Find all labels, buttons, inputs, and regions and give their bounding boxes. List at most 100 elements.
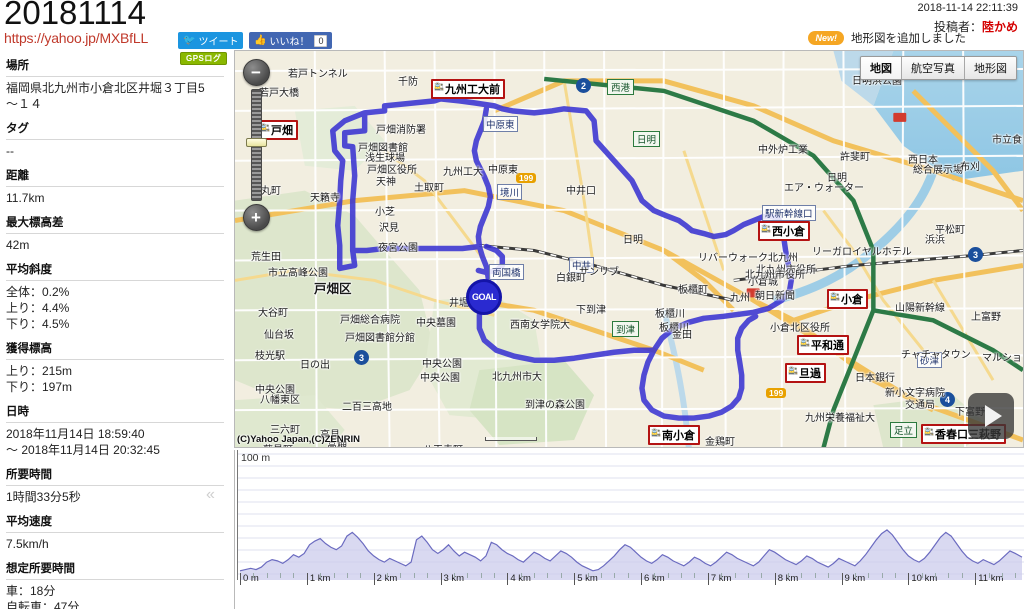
map-label: 市立高峰公園 xyxy=(268,268,328,279)
map-label: 小芝 xyxy=(375,207,395,218)
route-info-field-line: ～１４ xyxy=(6,97,43,111)
map-label: 小倉 xyxy=(827,289,868,309)
zoom-slider-thumb[interactable] xyxy=(245,138,267,147)
route-info-field-label: 最大標高差 xyxy=(6,211,224,234)
map-attribution: (C)Yahoo Japan,(C)ZENRIN xyxy=(237,434,360,445)
route-info-field-line: 福岡県北九州市小倉北区井堀３丁目5 xyxy=(6,81,205,95)
map-label: 中央墓園 xyxy=(416,318,456,329)
map-label: 中外炉工業 xyxy=(758,145,808,156)
map-label: 荒生田 xyxy=(251,252,281,263)
map-label: 日明 xyxy=(623,235,643,246)
route-info-field-line: -- xyxy=(6,144,14,158)
route-info-field: 想定所要時間車：18分自転車：47分徒歩：2時間20分 xyxy=(6,557,224,609)
map-label: 交通局 xyxy=(905,400,935,411)
route-info-field-line: 全体：0.2% xyxy=(6,285,70,299)
map-label: 到津 xyxy=(612,321,640,337)
tweet-button[interactable]: 🐦 ツイート xyxy=(178,32,244,49)
map-label: 九州栄養福祉大 xyxy=(805,413,875,424)
map-label: 夜宮公園 xyxy=(378,243,418,254)
map-label: 199 xyxy=(766,388,787,398)
zoom-in-button[interactable]: + xyxy=(242,204,270,231)
elevation-minor-tick xyxy=(881,573,883,578)
map-label: 山陽新幹線 xyxy=(895,303,945,314)
map-label: 2 xyxy=(576,78,591,93)
map-label: 戸畑区 xyxy=(314,282,352,296)
elevation-minor-tick xyxy=(788,573,790,578)
sidebar-collapse-toggle[interactable]: « xyxy=(206,487,215,503)
post-timestamp: 2018-11-14 22:11:39 xyxy=(917,2,1018,14)
elevation-x-tick: 0 m xyxy=(240,573,259,585)
facebook-like-button[interactable]: 👍 いいね！ 0 xyxy=(249,32,333,49)
zoom-out-button[interactable]: − xyxy=(242,59,270,86)
route-info-field-value: 1時間33分5秒 xyxy=(6,488,224,508)
route-info-field-value: 2018年11月14日 18:59:40 ～ 2018年11月14日 20:32:… xyxy=(6,425,224,461)
route-info-field-line: 車：18分 xyxy=(6,584,56,598)
map-label: 沢見 xyxy=(379,223,399,234)
route-info-sidebar: GPSログ 場所 福岡県北九州市小倉北区井堀３丁目5 ～１４ タグ -- 距離 11.7km… xyxy=(0,50,232,609)
elevation-minor-tick xyxy=(721,573,723,578)
map-label: 二百三高地 xyxy=(342,402,392,413)
tweet-button-label: ツイート xyxy=(198,37,239,48)
elevation-minor-tick xyxy=(961,573,963,578)
elevation-x-tick: 6 km xyxy=(641,573,665,585)
elevation-minor-tick xyxy=(320,573,322,578)
route-info-field-label: タグ xyxy=(6,117,224,140)
map-label: 金鶏町 xyxy=(705,437,735,448)
map-type-button[interactable]: 地形図 xyxy=(965,57,1016,79)
map-label: 大谷町 xyxy=(258,308,288,319)
map-label: 中央公園 xyxy=(420,373,460,384)
scale-bar-line xyxy=(485,437,537,441)
map-type-control[interactable]: 地図 航空写真 地形図 xyxy=(860,56,1017,80)
map-label: 板櫃町 xyxy=(678,285,708,296)
map-label: 浜浜 xyxy=(925,235,945,246)
elevation-minor-tick xyxy=(467,573,469,578)
route-info-field-value: 11.7km xyxy=(6,189,224,209)
route-detail-page: 20181114 https://yahoo.jp/MXBfLL 🐦 ツイート … xyxy=(0,0,1024,609)
elevation-minor-tick xyxy=(346,573,348,578)
elevation-minor-tick xyxy=(747,573,749,578)
elevation-minor-tick xyxy=(534,573,536,578)
route-info-field-label: 日時 xyxy=(6,400,224,423)
elevation-x-tick: 4 km xyxy=(507,573,531,585)
elevation-minor-tick xyxy=(694,573,696,578)
map-type-button[interactable]: 航空写真 xyxy=(902,57,965,79)
route-info-field-line: 1時間33分5秒 xyxy=(6,490,81,504)
elevation-minor-tick xyxy=(547,573,549,578)
elevation-minor-tick xyxy=(614,573,616,578)
map-label: 境川 xyxy=(497,184,523,200)
map-label: マルショク xyxy=(982,353,1023,364)
route-info-field: 平均斜度 全体：0.2% 上り：4.4% 下り：4.5% xyxy=(6,258,224,335)
elevation-x-tick: 1 km xyxy=(306,573,330,585)
elevation-profile-chart[interactable]: 100 m 0 m 1 km 2 km 3 km 4 km 5 km 6 km 7 km 8 k… xyxy=(234,450,1024,609)
elevation-x-tick: 2 km xyxy=(373,573,397,585)
route-info-field-line: 42m xyxy=(6,238,30,252)
map-label: 両国橋 xyxy=(489,264,524,280)
elevation-x-tick: 9 km xyxy=(841,573,865,585)
elevation-minor-tick xyxy=(988,573,990,578)
map-label: 布刈 xyxy=(960,162,980,173)
map-label: 西南女学院大 xyxy=(510,320,570,331)
route-playback-button[interactable] xyxy=(968,393,1014,439)
route-map[interactable]: 九州工大前戸畑西小倉小倉平和通旦過南小倉中原東境川両国橋中井砂津駅新幹線口西港日… xyxy=(234,50,1024,448)
goal-marker[interactable]: GOAL xyxy=(466,279,502,315)
elevation-plot-area xyxy=(237,450,1024,580)
route-info-field-value: 42m xyxy=(6,236,224,256)
route-info-field-label: 平均斜度 xyxy=(6,258,224,281)
route-info-field-label: 距離 xyxy=(6,164,224,187)
route-short-url[interactable]: https://yahoo.jp/MXBfLL xyxy=(4,30,148,46)
route-info-field-value: 上り：215m 下り：197m xyxy=(6,362,224,398)
elevation-minor-tick xyxy=(667,573,669,578)
route-info-field-value: 車：18分自転車：47分徒歩：2時間20分 xyxy=(6,582,224,609)
elevation-minor-tick xyxy=(293,573,295,578)
elevation-minor-tick xyxy=(280,573,282,578)
route-info-field-line: 7.5km/h xyxy=(6,537,49,551)
announcement-text[interactable]: 地形図を追加しました xyxy=(851,30,966,46)
elevation-minor-tick xyxy=(814,573,816,578)
elevation-minor-tick xyxy=(427,573,429,578)
map-type-button[interactable]: 地図 xyxy=(861,57,902,79)
route-info-field-label: 所要時間 xyxy=(6,463,224,486)
poster-name[interactable]: 陸かめ xyxy=(982,20,1018,34)
play-icon xyxy=(985,405,1002,427)
like-button-label: いいね！ xyxy=(269,37,310,48)
map-zoom-control[interactable]: − + xyxy=(242,59,270,231)
